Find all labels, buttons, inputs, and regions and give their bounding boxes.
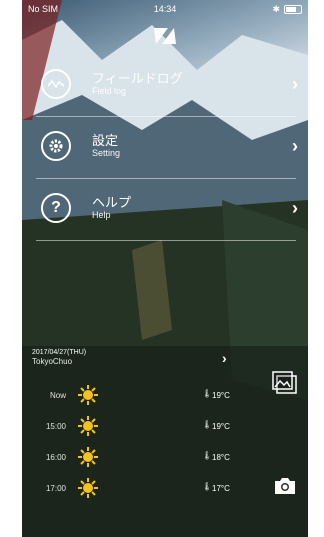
- weather-date: 2017/04/27(THU): [32, 349, 87, 356]
- camera-icon: [275, 478, 295, 494]
- camera-button[interactable]: [270, 471, 300, 501]
- chart-line-icon: [41, 69, 71, 99]
- menu-label-en: Field log: [92, 86, 127, 96]
- menu-divider: [36, 240, 296, 241]
- sun-icon: [77, 477, 99, 501]
- menu-divider: [36, 116, 296, 117]
- menu-item-help[interactable]: ? ヘルプ Help ›: [22, 180, 308, 236]
- menu-divider: [36, 178, 296, 179]
- menu-item-field-log[interactable]: フィールドログ Field log ›: [22, 56, 308, 112]
- menu-label-jp: ヘルプ: [92, 195, 132, 210]
- gear-icon: [41, 131, 71, 161]
- menu-label-en: Setting: [92, 148, 121, 158]
- question-icon: ?: [41, 193, 71, 223]
- forecast-temp: 17°C: [212, 484, 230, 493]
- battery-icon: [284, 5, 302, 14]
- forecast-temp: 18°C: [212, 453, 230, 462]
- thermometer-icon: 🌡: [202, 389, 213, 398]
- weather-row: 15:00 🌡 19°C: [22, 413, 252, 441]
- app-screen: No SIM 14:34 ✱ フィールドログ Field log › 設定 Se…: [22, 0, 308, 537]
- forecast-temp: 19°C: [212, 422, 230, 431]
- gallery-button[interactable]: [270, 368, 300, 398]
- clock: 14:34: [153, 4, 177, 14]
- thermometer-icon: 🌡: [202, 420, 213, 429]
- weather-location: TokyoChuo: [32, 357, 73, 366]
- forecast-time: 16:00: [45, 453, 66, 462]
- sun-icon: [77, 384, 99, 408]
- weather-detail-chevron[interactable]: ›: [222, 350, 227, 366]
- thermometer-icon: 🌡: [202, 451, 213, 460]
- sun-icon: [77, 415, 99, 439]
- weather-row: 17:00 🌡 17°C: [22, 475, 252, 503]
- menu-label-jp: フィールドログ: [92, 71, 183, 86]
- forecast-time: 15:00: [45, 422, 66, 431]
- forecast-time: Now: [49, 391, 66, 400]
- menu-item-setting[interactable]: 設定 Setting ›: [22, 118, 308, 174]
- brand-logo-icon: [22, 26, 308, 46]
- sun-icon: [77, 446, 99, 470]
- forecast-temp: 19°C: [212, 391, 230, 400]
- chevron-right-icon: ›: [292, 197, 298, 218]
- forecast-time: 17:00: [45, 484, 66, 493]
- thermometer-icon: 🌡: [202, 482, 213, 491]
- weather-row: 16:00 🌡 18°C: [22, 444, 252, 472]
- chevron-right-icon: ›: [292, 73, 298, 94]
- bluetooth-icon: ✱: [272, 4, 280, 14]
- status-icons: ✱: [272, 4, 302, 15]
- gallery-icon: [272, 371, 297, 394]
- chevron-right-icon: ›: [292, 135, 298, 156]
- weather-panel: [22, 346, 308, 537]
- menu-label-en: Help: [92, 210, 111, 220]
- menu-label-jp: 設定: [92, 133, 119, 148]
- weather-row: Now 🌡 19°C: [22, 382, 252, 410]
- status-bar: No SIM 14:34 ✱: [22, 0, 308, 18]
